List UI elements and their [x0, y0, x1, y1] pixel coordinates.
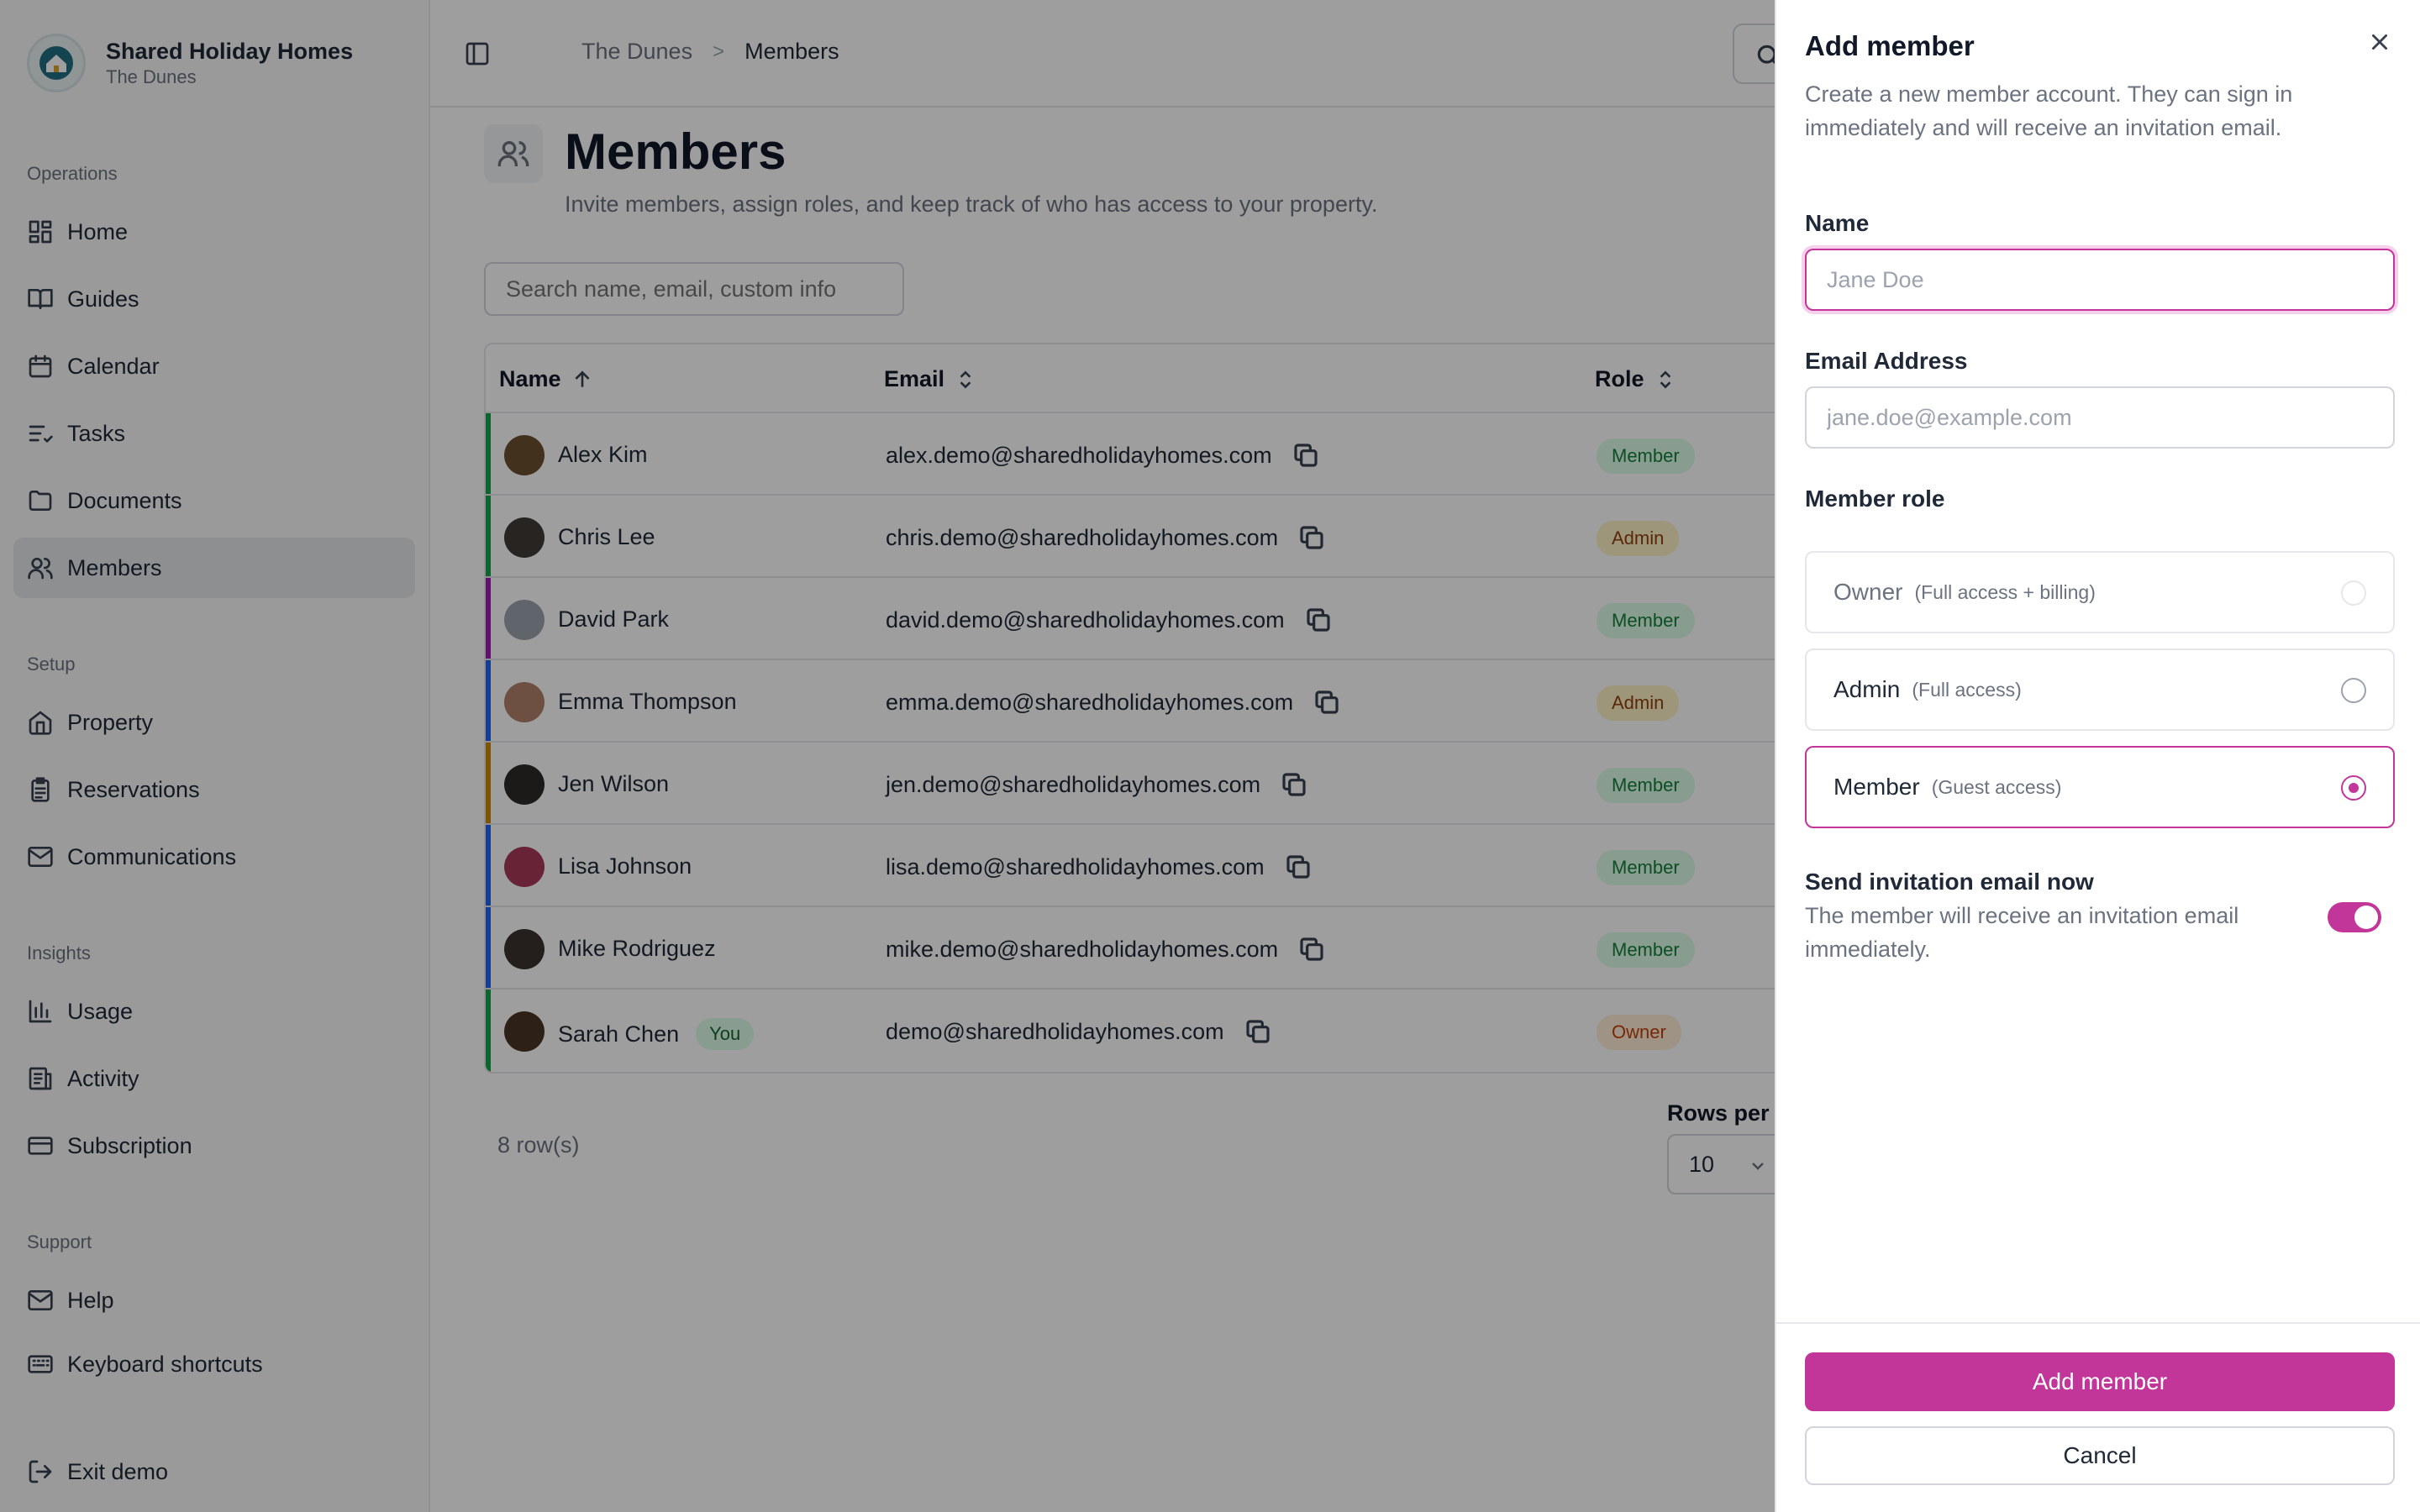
role-option-name: Admin: [1833, 676, 1901, 702]
invite-email-toggle[interactable]: [2328, 902, 2381, 932]
invite-email-description: The member will receive an invitation em…: [1805, 903, 2239, 962]
role-owner-radio[interactable]: [2341, 580, 2366, 606]
role-option-desc: (Full access + billing): [1914, 580, 2096, 603]
role-option-name: Member: [1833, 774, 1920, 800]
role-option-member[interactable]: Member (Guest access): [1805, 746, 2395, 828]
drawer-description: Create a new member account. They can si…: [1805, 81, 2293, 140]
invite-email-title: Send invitation email now: [1805, 869, 2094, 895]
role-option-admin[interactable]: Admin (Full access): [1805, 648, 2395, 731]
email-field[interactable]: [1805, 386, 2395, 449]
email-label: Email Address: [1805, 348, 1968, 374]
add-member-drawer: Add member Create a new member account. …: [1775, 0, 2420, 1512]
role-member-radio[interactable]: [2341, 775, 2366, 801]
name-field[interactable]: [1805, 249, 2395, 311]
role-option-desc: (Guest access): [1931, 775, 2062, 798]
drawer-footer: Add member Cancel: [1776, 1322, 2420, 1512]
role-option-name: Owner: [1833, 579, 1903, 605]
role-admin-radio[interactable]: [2341, 678, 2366, 703]
add-member-button[interactable]: Add member: [1805, 1352, 2395, 1411]
name-label: Name: [1805, 210, 1870, 236]
drawer-title: Add member: [1805, 30, 1975, 61]
member-role-label: Member role: [1805, 486, 1945, 512]
close-icon: [2372, 34, 2387, 50]
role-option-desc: (Full access): [1912, 678, 2022, 701]
modal-backdrop[interactable]: [0, 0, 1775, 1512]
close-button[interactable]: [2363, 25, 2396, 59]
cancel-button[interactable]: Cancel: [1805, 1426, 2395, 1485]
role-option-owner[interactable]: Owner (Full access + billing): [1805, 551, 2395, 633]
